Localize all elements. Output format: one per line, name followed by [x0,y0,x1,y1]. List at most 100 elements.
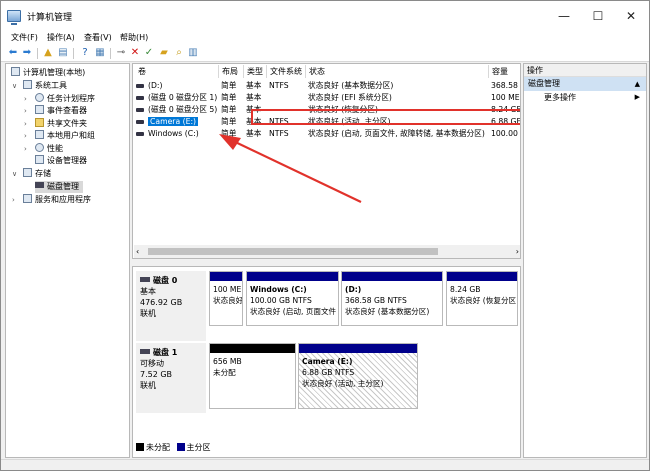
volume-icon [136,120,144,124]
legend-label: 未分配 [146,443,170,452]
toolbar: ⬅ ➡ ▲ ▤ ? ▦ ⊸ ✕ ✓ ▰ ⌕ ▥ [1,45,649,62]
delete-icon[interactable]: ✕ [129,47,141,59]
volume-type: 基本 [246,81,262,90]
maximize-button[interactable]: ☐ [581,1,615,31]
partition-windows-c[interactable]: Windows (C:) 100.00 GB NTFS 状态良好 (启动, 页面文件 [246,271,339,326]
volume-filesystem [267,104,306,116]
partition-efi[interactable]: 100 ME 状态良好 [209,271,243,326]
chevron-right-icon[interactable]: › [24,93,27,105]
partition-recovery[interactable]: 8.24 GB 状态良好 (恢复分区 [446,271,518,326]
volume-capacity: 100.00 [491,129,518,138]
up-folder-icon[interactable]: ▲ [42,47,54,59]
computer-icon [7,10,21,25]
collapse-up-icon[interactable]: ▲ [635,77,640,91]
table-row[interactable]: Camera (E:) 简单 基本 NTFS 状态良好 (活动, 主分区) 6.… [133,116,521,128]
chevron-right-icon[interactable]: › [24,130,27,142]
column-header-capacity[interactable]: 容量 [489,65,520,78]
scrollbar-thumb[interactable] [148,248,438,255]
partition-camera-e[interactable]: Camera (E:) 6.88 GB NTFS 状态良好 (活动, 主分区) [298,343,418,409]
disk-name: 磁盘 1 [153,348,178,357]
volume-filesystem: NTFS [269,81,289,90]
table-row[interactable]: (磁盘 0 磁盘分区 5) 简单 基本 状态良好 (恢复分区) 8.24 GE [133,104,520,116]
chevron-down-icon[interactable]: ∨ [12,80,17,92]
tree-item-label: 设备管理器 [47,156,87,165]
column-header-layout[interactable]: 布局 [219,65,244,78]
tree-item-device-manager[interactable]: 设备管理器 [35,155,87,167]
primary-partition-bar [247,272,338,281]
tree-item-services-apps[interactable]: › 服务和应用程序 [12,194,91,206]
disk-0-info[interactable]: 磁盘 0 基本 476.92 GB 联机 [136,271,206,341]
tree-item-label: 任务计划程序 [47,94,95,103]
table-row[interactable]: (D:) 简单 基本 NTFS 状态良好 (基本数据分区) 368.58 [133,80,520,92]
properties-icon[interactable]: ▦ [94,47,106,59]
volume-status: 状态良好 (活动, 主分区) [308,117,391,126]
connect-icon[interactable]: ⊸ [115,47,127,59]
console-tree-icon[interactable]: ▤ [57,47,69,59]
tree-item-performance[interactable]: › 性能 [24,143,63,155]
tree-item-event-viewer[interactable]: › 事件查看器 [24,105,87,117]
menu-help[interactable]: 帮助(H) [120,32,148,43]
chevron-down-icon[interactable]: ∨ [12,168,17,180]
volume-icon [136,108,144,112]
menu-file[interactable]: 文件(F) [11,32,38,43]
disk-graphical-view: 磁盘 0 基本 476.92 GB 联机 100 ME 状态良好 Windows … [132,266,521,458]
disk-1-info[interactable]: 磁盘 1 可移动 7.52 GB 联机 [136,343,206,413]
volume-type: 基本 [246,129,262,138]
tree-item-system-tools[interactable]: ∨ 系统工具 [12,80,67,92]
volume-icon [136,132,144,136]
legend-label: 主分区 [186,443,211,452]
partition-label: Camera (E:) [302,357,353,366]
actions-selected-disk-management[interactable]: 磁盘管理 ▲ [524,77,646,91]
column-header-filesystem[interactable]: 文件系统 [267,65,306,78]
partition-d[interactable]: (D:) 368.58 GB NTFS 状态良好 (基本数据分区) [341,271,443,326]
column-header-type[interactable]: 类型 [244,65,267,78]
search-icon[interactable]: ⌕ [173,47,185,59]
partition-unallocated[interactable]: 656 MB 未分配 [209,343,296,409]
actions-header: 操作 [524,64,646,77]
action-more-actions[interactable]: 更多操作 ▶ [524,91,646,104]
disk-type: 基本 [140,287,156,296]
horizontal-scrollbar[interactable]: ‹ › [134,245,520,258]
folder-icon [35,118,44,127]
scroll-right-icon[interactable]: › [516,245,519,258]
volume-capacity: 6.88 GE [491,117,521,126]
column-header-volume[interactable]: 卷 [135,65,219,78]
tree-item-computer-management[interactable]: 计算机管理(本地) [11,67,85,79]
primary-partition-bar [447,272,517,281]
volume-layout: 简单 [221,117,237,126]
table-row[interactable]: (磁盘 0 磁盘分区 1) 简单 基本 状态良好 (EFI 系统分区) 100 … [133,92,520,104]
tree-item-label: 服务和应用程序 [35,195,91,204]
partition-size: 6.88 GB NTFS [302,368,355,377]
tree-item-local-users[interactable]: › 本地用户和组 [24,130,95,142]
tree-item-task-scheduler[interactable]: › 任务计划程序 [24,93,95,105]
primary-partition-bar [299,344,417,353]
help-icon[interactable]: ? [79,47,91,59]
forward-arrow-icon[interactable]: ➡ [21,47,33,59]
volume-layout: 简单 [221,81,237,90]
scroll-left-icon[interactable]: ‹ [136,245,139,258]
close-button[interactable]: ✕ [614,1,648,31]
menu-action[interactable]: 操作(A) [47,32,75,43]
tree-item-storage[interactable]: ∨ 存储 [12,168,51,180]
chevron-right-icon[interactable]: › [24,118,27,130]
disk-name: 磁盘 0 [153,276,178,285]
chevron-right-icon[interactable]: › [12,194,15,206]
view-icon[interactable]: ▥ [187,47,199,59]
back-arrow-icon[interactable]: ⬅ [7,47,19,59]
tree-item-shared-folders[interactable]: › 共享文件夹 [24,118,87,130]
partition-size: 8.24 GB [450,285,481,294]
checklist-icon[interactable]: ✓ [143,47,155,59]
chevron-right-icon[interactable]: › [24,105,27,117]
column-header-status[interactable]: 状态 [306,65,489,78]
chevron-right-icon[interactable]: › [24,143,27,155]
tree-item-disk-management[interactable]: 磁盘管理 [35,181,83,193]
disk-type: 可移动 [140,359,164,368]
open-folder-icon[interactable]: ▰ [158,47,170,59]
table-row[interactable]: Windows (C:) 简单 基本 NTFS 状态良好 (启动, 页面文件, … [133,128,520,140]
status-bar [1,459,649,470]
toolbar-divider [73,48,74,59]
volume-status: 状态良好 (启动, 页面文件, 故障转储, 基本数据分区) [308,129,485,138]
menu-view[interactable]: 查看(V) [84,32,112,43]
minimize-button[interactable]: — [547,1,581,31]
users-icon [35,130,44,139]
